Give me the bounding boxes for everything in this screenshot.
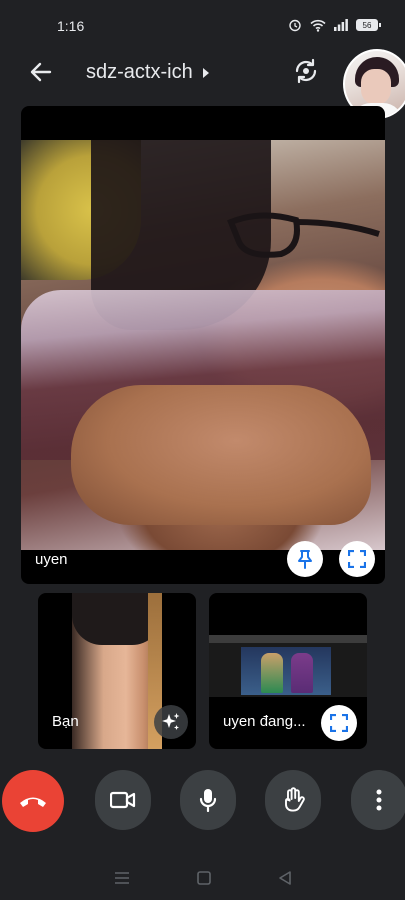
status-bar: 1:16 56 — [0, 0, 405, 40]
end-call-icon — [20, 797, 46, 807]
alarm-icon — [289, 19, 301, 32]
more-options-button[interactable] — [351, 770, 405, 830]
effects-button[interactable] — [154, 705, 188, 739]
mic-toggle-button[interactable] — [180, 770, 236, 830]
back-icon[interactable] — [278, 870, 292, 885]
screen-share-figure — [291, 653, 313, 693]
camera-icon — [110, 791, 136, 809]
switch-camera-button[interactable] — [292, 57, 320, 85]
battery-icon: 56 — [356, 19, 381, 31]
self-preview-face — [361, 69, 391, 105]
main-participant-tile[interactable]: uyen — [21, 106, 385, 584]
pin-button[interactable] — [287, 541, 323, 577]
video-hand — [71, 385, 371, 525]
status-time: 1:16 — [57, 18, 85, 34]
meeting-code: sdz-actx-ich — [86, 61, 193, 83]
recents-icon[interactable] — [114, 871, 130, 885]
sparkle-effects-icon — [162, 713, 180, 730]
raise-hand-icon — [285, 787, 305, 812]
screen-share-feed — [209, 635, 367, 697]
home-icon[interactable] — [196, 870, 211, 885]
meeting-header: sdz-actx-ich — [0, 45, 405, 119]
camera-toggle-button[interactable] — [95, 770, 151, 830]
end-call-button[interactable] — [2, 770, 64, 832]
more-vert-icon — [376, 789, 382, 811]
arrow-back-icon — [30, 62, 52, 82]
chevron-right-icon — [202, 67, 209, 78]
wifi-icon — [310, 19, 326, 32]
main-participant-name: uyen — [35, 551, 68, 568]
screen-share-name: uyen đang... — [223, 713, 306, 730]
screen-share-browser-bar — [209, 635, 367, 643]
video-glasses — [227, 212, 380, 258]
signal-icon — [334, 19, 348, 31]
back-button[interactable] — [28, 59, 54, 85]
meeting-title[interactable]: sdz-actx-ich — [86, 61, 209, 84]
self-participant-tile[interactable]: Bạn — [38, 593, 196, 749]
screen-share-fullscreen-button[interactable] — [321, 705, 357, 741]
fullscreen-icon — [348, 550, 366, 568]
system-nav-bar — [0, 855, 405, 900]
pin-icon — [298, 550, 312, 569]
self-participant-name: Bạn — [52, 713, 79, 730]
raise-hand-button[interactable] — [265, 770, 321, 830]
fullscreen-button[interactable] — [339, 541, 375, 577]
status-icons: 56 — [288, 18, 381, 32]
fullscreen-icon — [330, 714, 348, 732]
main-video-feed — [21, 140, 385, 550]
call-controls — [0, 770, 405, 832]
screen-share-figure — [261, 653, 283, 693]
mic-icon — [199, 789, 217, 812]
switch-camera-icon — [295, 58, 317, 84]
screen-share-tile[interactable]: uyen đang... — [209, 593, 367, 749]
screen-share-content — [241, 647, 331, 695]
